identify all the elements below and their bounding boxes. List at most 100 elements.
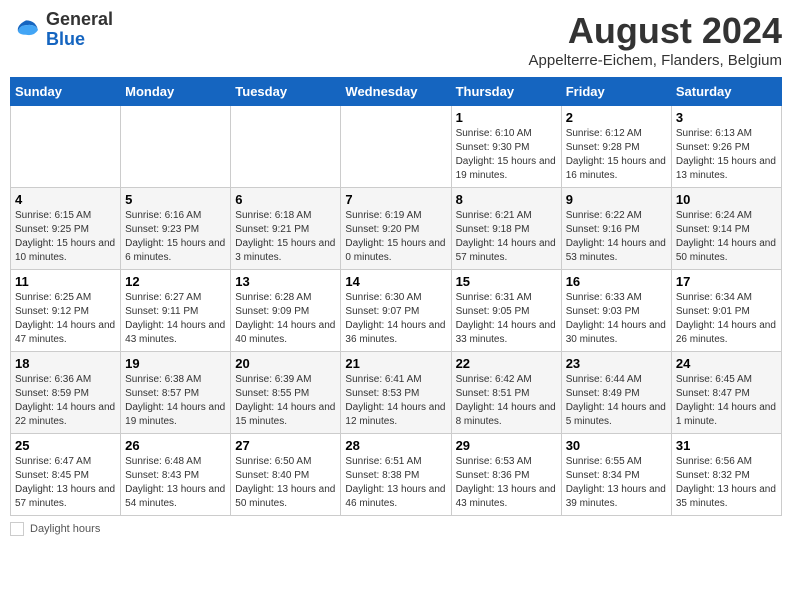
day-info: Sunrise: 6:18 AMSunset: 9:21 PMDaylight:… xyxy=(235,209,336,265)
calendar-cell: 17 Sunrise: 6:34 AMSunset: 9:01 PMDayligh… xyxy=(671,270,781,352)
day-info: Sunrise: 6:36 AMSunset: 8:59 PMDaylight:… xyxy=(15,373,116,429)
calendar-cell: 6 Sunrise: 6:18 AMSunset: 9:21 PMDaylight… xyxy=(231,188,341,270)
calendar-cell: 10 Sunrise: 6:24 AMSunset: 9:14 PMDayligh… xyxy=(671,188,781,270)
day-info: Sunrise: 6:10 AMSunset: 9:30 PMDaylight:… xyxy=(456,127,557,183)
day-number: 25 xyxy=(15,438,116,453)
calendar-cell: 9 Sunrise: 6:22 AMSunset: 9:16 PMDaylight… xyxy=(561,188,671,270)
calendar-cell: 24 Sunrise: 6:45 AMSunset: 8:47 PMDayligh… xyxy=(671,352,781,434)
week-row-1: 1 Sunrise: 6:10 AMSunset: 9:30 PMDaylight… xyxy=(11,106,782,188)
day-number: 26 xyxy=(125,438,226,453)
day-header-saturday: Saturday xyxy=(671,78,781,106)
day-number: 22 xyxy=(456,356,557,371)
day-number: 15 xyxy=(456,274,557,289)
calendar-cell: 4 Sunrise: 6:15 AMSunset: 9:25 PMDaylight… xyxy=(11,188,121,270)
day-number: 4 xyxy=(15,192,116,207)
day-header-tuesday: Tuesday xyxy=(231,78,341,106)
day-number: 27 xyxy=(235,438,336,453)
day-number: 21 xyxy=(345,356,446,371)
day-info: Sunrise: 6:44 AMSunset: 8:49 PMDaylight:… xyxy=(566,373,667,429)
day-info: Sunrise: 6:27 AMSunset: 9:11 PMDaylight:… xyxy=(125,291,226,347)
day-info: Sunrise: 6:33 AMSunset: 9:03 PMDaylight:… xyxy=(566,291,667,347)
calendar-cell: 13 Sunrise: 6:28 AMSunset: 9:09 PMDayligh… xyxy=(231,270,341,352)
calendar-cell: 27 Sunrise: 6:50 AMSunset: 8:40 PMDayligh… xyxy=(231,434,341,516)
day-number: 13 xyxy=(235,274,336,289)
day-number: 24 xyxy=(676,356,777,371)
calendar-cell: 25 Sunrise: 6:47 AMSunset: 8:45 PMDayligh… xyxy=(11,434,121,516)
day-info: Sunrise: 6:50 AMSunset: 8:40 PMDaylight:… xyxy=(235,455,336,511)
day-info: Sunrise: 6:28 AMSunset: 9:09 PMDaylight:… xyxy=(235,291,336,347)
calendar-cell: 22 Sunrise: 6:42 AMSunset: 8:51 PMDayligh… xyxy=(451,352,561,434)
day-number: 2 xyxy=(566,110,667,125)
day-info: Sunrise: 6:25 AMSunset: 9:12 PMDaylight:… xyxy=(15,291,116,347)
day-number: 20 xyxy=(235,356,336,371)
week-row-5: 25 Sunrise: 6:47 AMSunset: 8:45 PMDayligh… xyxy=(11,434,782,516)
calendar-cell xyxy=(11,106,121,188)
calendar-cell: 19Sunrise: 6:38 AMSunset: 8:57 PMDayligh… xyxy=(121,352,231,434)
day-number: 11 xyxy=(15,274,116,289)
week-row-4: 18 Sunrise: 6:36 AMSunset: 8:59 PMDayligh… xyxy=(11,352,782,434)
day-info: Sunrise: 6:56 AMSunset: 8:32 PMDaylight:… xyxy=(676,455,777,511)
day-info: Sunrise: 6:47 AMSunset: 8:45 PMDaylight:… xyxy=(15,455,116,511)
day-info: Sunrise: 6:16 AMSunset: 9:23 PMDaylight:… xyxy=(125,209,226,265)
title-area: August 2024 Appelterre-Eichem, Flanders,… xyxy=(529,10,782,69)
day-number: 16 xyxy=(566,274,667,289)
day-info: Sunrise: 6:45 AMSunset: 8:47 PMDaylight:… xyxy=(676,373,777,429)
day-info: Sunrise: 6:15 AMSunset: 9:25 PMDaylight:… xyxy=(15,209,116,265)
calendar-cell xyxy=(121,106,231,188)
calendar: SundayMondayTuesdayWednesdayThursdayFrid… xyxy=(10,77,782,516)
day-header-friday: Friday xyxy=(561,78,671,106)
calendar-cell: 30 Sunrise: 6:55 AMSunset: 8:34 PMDayligh… xyxy=(561,434,671,516)
day-number: 7 xyxy=(345,192,446,207)
day-header-wednesday: Wednesday xyxy=(341,78,451,106)
day-info: Sunrise: 6:39 AMSunset: 8:55 PMDaylight:… xyxy=(235,373,336,429)
day-number: 18 xyxy=(15,356,116,371)
month-year: August 2024 xyxy=(529,10,782,52)
day-header-thursday: Thursday xyxy=(451,78,561,106)
calendar-cell: 3Sunrise: 6:13 AMSunset: 9:26 PMDaylight… xyxy=(671,106,781,188)
day-number: 9 xyxy=(566,192,667,207)
day-info: Sunrise: 6:30 AMSunset: 9:07 PMDaylight:… xyxy=(345,291,446,347)
day-number: 5 xyxy=(125,192,226,207)
day-info: Sunrise: 6:24 AMSunset: 9:14 PMDaylight:… xyxy=(676,209,777,265)
day-info: Sunrise: 6:55 AMSunset: 8:34 PMDaylight:… xyxy=(566,455,667,511)
calendar-cell xyxy=(231,106,341,188)
calendar-cell: 2Sunrise: 6:12 AMSunset: 9:28 PMDaylight… xyxy=(561,106,671,188)
daylight-box xyxy=(10,522,24,536)
calendar-cell: 12Sunrise: 6:27 AMSunset: 9:11 PMDayligh… xyxy=(121,270,231,352)
calendar-cell: 18 Sunrise: 6:36 AMSunset: 8:59 PMDayligh… xyxy=(11,352,121,434)
day-number: 3 xyxy=(676,110,777,125)
day-header-sunday: Sunday xyxy=(11,78,121,106)
calendar-cell: 21 Sunrise: 6:41 AMSunset: 8:53 PMDayligh… xyxy=(341,352,451,434)
logo: General Blue xyxy=(10,10,113,50)
day-info: Sunrise: 6:51 AMSunset: 8:38 PMDaylight:… xyxy=(345,455,446,511)
daylight-label: Daylight hours xyxy=(30,523,100,535)
day-number: 29 xyxy=(456,438,557,453)
calendar-cell: 8Sunrise: 6:21 AMSunset: 9:18 PMDaylight… xyxy=(451,188,561,270)
day-info: Sunrise: 6:34 AMSunset: 9:01 PMDaylight:… xyxy=(676,291,777,347)
day-number: 28 xyxy=(345,438,446,453)
calendar-cell: 7 Sunrise: 6:19 AMSunset: 9:20 PMDaylight… xyxy=(341,188,451,270)
day-number: 1 xyxy=(456,110,557,125)
calendar-cell: 14 Sunrise: 6:30 AMSunset: 9:07 PMDayligh… xyxy=(341,270,451,352)
day-number: 14 xyxy=(345,274,446,289)
day-number: 10 xyxy=(676,192,777,207)
day-number: 17 xyxy=(676,274,777,289)
day-number: 6 xyxy=(235,192,336,207)
calendar-cell: 20 Sunrise: 6:39 AMSunset: 8:55 PMDayligh… xyxy=(231,352,341,434)
logo-icon xyxy=(10,14,42,46)
calendar-cell: 28 Sunrise: 6:51 AMSunset: 8:38 PMDayligh… xyxy=(341,434,451,516)
day-number: 30 xyxy=(566,438,667,453)
day-number: 31 xyxy=(676,438,777,453)
calendar-cell: 11 Sunrise: 6:25 AMSunset: 9:12 PMDayligh… xyxy=(11,270,121,352)
day-info: Sunrise: 6:53 AMSunset: 8:36 PMDaylight:… xyxy=(456,455,557,511)
day-info: Sunrise: 6:41 AMSunset: 8:53 PMDaylight:… xyxy=(345,373,446,429)
day-number: 8 xyxy=(456,192,557,207)
logo-text: General Blue xyxy=(46,10,113,50)
day-header-monday: Monday xyxy=(121,78,231,106)
day-info: Sunrise: 6:42 AMSunset: 8:51 PMDaylight:… xyxy=(456,373,557,429)
day-info: Sunrise: 6:19 AMSunset: 9:20 PMDaylight:… xyxy=(345,209,446,265)
day-info: Sunrise: 6:31 AMSunset: 9:05 PMDaylight:… xyxy=(456,291,557,347)
calendar-cell: 29 Sunrise: 6:53 AMSunset: 8:36 PMDayligh… xyxy=(451,434,561,516)
day-info: Sunrise: 6:22 AMSunset: 9:16 PMDaylight:… xyxy=(566,209,667,265)
calendar-cell: 15 Sunrise: 6:31 AMSunset: 9:05 PMDayligh… xyxy=(451,270,561,352)
